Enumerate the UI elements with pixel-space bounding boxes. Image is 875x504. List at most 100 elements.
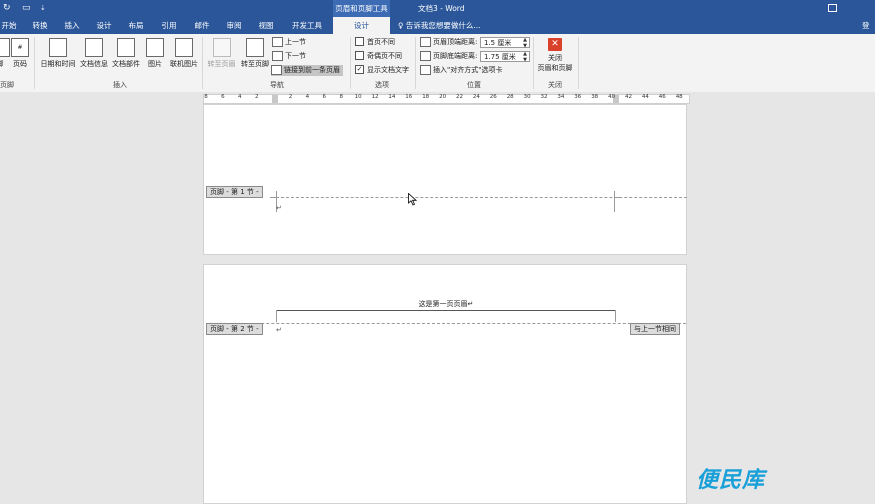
date-time-label: 日期和时间 [40, 60, 76, 68]
ruler-number: 46 [658, 94, 666, 100]
footer-button[interactable]: 脚 [0, 38, 10, 69]
lightbulb-icon: ♀ [398, 21, 404, 30]
ribbon-display-options-icon[interactable] [826, 2, 838, 13]
next-section-button[interactable]: 下一节 [272, 51, 306, 62]
ruler-number: 22 [456, 94, 463, 100]
link-to-previous-button[interactable]: 链接到前一条页眉 [271, 65, 343, 76]
pictures-button[interactable]: 图片 [145, 38, 165, 69]
group-divider [350, 37, 351, 89]
checkmark-icon: ✓ [355, 64, 364, 74]
close-icon: ✕ [548, 38, 562, 51]
tab-review[interactable]: 审阅 [220, 17, 248, 34]
redo-icon[interactable]: ↻ [3, 2, 11, 14]
align-tab-icon [420, 65, 431, 75]
footer-distance-value: 1.75 厘米 [484, 53, 516, 61]
ruler-number: 2 [288, 94, 293, 100]
ruler-number: 26 [489, 94, 497, 100]
ruler-number: 6 [322, 94, 327, 100]
ruler-number: 12 [371, 94, 379, 100]
tab-home[interactable]: 开始 [0, 17, 18, 34]
first-page-label: 首页不同 [367, 38, 395, 46]
tell-me-search[interactable]: ♀ 告诉我您想要做什么... [398, 17, 481, 34]
online-pictures-button[interactable]: 联机图片 [168, 38, 200, 69]
close-hf-button[interactable]: ✕ 关闭 页眉和页脚 [535, 38, 575, 73]
tab-view[interactable]: 视图 [252, 17, 280, 34]
goto-footer-icon [246, 38, 264, 57]
title-bar: ↻ ▭ ⇣ 页眉和页脚工具 文档3 - Word [0, 0, 875, 17]
checkbox-box [355, 50, 364, 60]
next-section-label: 下一节 [285, 52, 306, 60]
spin-arrows-icon[interactable]: ▲ ▼ [523, 37, 527, 49]
group-label-nav: 导航 [270, 81, 284, 89]
first-page-different-checkbox[interactable]: 首页不同 [355, 36, 395, 48]
header-text[interactable]: 这是第一页页眉↵ [276, 299, 616, 309]
group-label-insert: 插入 [113, 81, 127, 89]
margin-line [614, 198, 615, 212]
ruler-number: 4 [238, 94, 242, 100]
footer-distance-text: 页脚底端距离: [433, 52, 478, 60]
group-divider [34, 37, 35, 89]
ruler-number: 14 [388, 94, 396, 100]
contextual-tool-title: 页眉和页脚工具 [333, 0, 390, 17]
prev-section-button[interactable]: 上一节 [272, 37, 306, 48]
margin-corner [614, 191, 621, 198]
save-icon[interactable]: ▭ [22, 2, 31, 14]
page-2[interactable]: 这是第一页页眉↵ 页脚 - 第 2 节 - 与上一节相同 ↵ [203, 264, 687, 504]
tab-convert[interactable]: 转换 [26, 17, 54, 34]
paragraph-mark: ↵ [276, 326, 282, 334]
page-number-label: 页码 [13, 60, 27, 68]
tab-design[interactable]: 设计 [90, 17, 118, 34]
footer-distance-spinner[interactable]: 1.75 厘米 ▲ ▼ [480, 51, 530, 62]
header-distance-spinner[interactable]: 1.5 厘米 ▲ ▼ [480, 37, 530, 48]
ruler-number: 38 [591, 94, 599, 100]
group-label-hf: 页脚 [0, 81, 14, 89]
ruler-number: 10 [354, 94, 362, 100]
goto-footer-label: 转至页脚 [241, 60, 269, 68]
odd-even-different-checkbox[interactable]: 奇偶页不同 [355, 50, 402, 62]
customize-qat-icon[interactable]: ⇣ [40, 2, 46, 14]
prev-section-label: 上一节 [285, 38, 306, 46]
show-doc-text-label: 显示文档文字 [367, 66, 409, 74]
ribbon: 脚 # 页码 页脚 日期和时间 文档信息 文档部件 图片 联机图片 插入 转至页… [0, 34, 875, 93]
doc-info-label: 文档信息 [80, 60, 108, 68]
left-indent-marker[interactable] [272, 95, 278, 103]
show-doc-text-checkbox[interactable]: ✓ 显示文档文字 [355, 64, 409, 76]
ruler-number: 48 [675, 94, 683, 100]
header-distance-icon [420, 37, 431, 47]
tab-developer[interactable]: 开发工具 [285, 17, 329, 34]
margin-line [276, 310, 277, 322]
picture-icon [146, 38, 164, 57]
ruler-number: 24 [472, 94, 480, 100]
insert-align-tab-button[interactable]: 插入"对齐方式"选项卡 [420, 65, 502, 76]
ruler-number: 32 [540, 94, 548, 100]
tab-insert[interactable]: 插入 [58, 17, 86, 34]
tab-mailings[interactable]: 邮件 [188, 17, 216, 34]
quick-parts-button[interactable]: 文档部件 [111, 38, 141, 69]
horizontal-ruler[interactable]: 8 6 4 2 2 4 6 8 10 12 14 16 18 20 22 24 26 28 30 32 34 36 38 40… [203, 94, 690, 104]
ruler-number: 18 [422, 94, 430, 100]
group-divider [578, 37, 579, 89]
sign-in-link[interactable]: 登 [862, 17, 870, 34]
online-picture-icon [175, 38, 193, 57]
ruler-number: 2 [254, 94, 259, 100]
tab-layout[interactable]: 布局 [122, 17, 150, 34]
page-number-button[interactable]: # 页码 [11, 38, 29, 69]
spin-arrows-icon[interactable]: ▲ ▼ [523, 51, 527, 63]
mouse-pointer-icon [408, 193, 417, 206]
date-time-button[interactable]: 日期和时间 [38, 38, 78, 69]
link-icon [271, 65, 282, 75]
goto-header-button[interactable]: 转至页眉 [205, 38, 238, 69]
doc-info-button[interactable]: 文档信息 [79, 38, 109, 69]
goto-footer-button[interactable]: 转至页脚 [239, 38, 271, 69]
quick-parts-label: 文档部件 [112, 60, 140, 68]
page-1[interactable]: 页脚 - 第 1 节 - ↵ [203, 104, 687, 255]
paragraph-mark: ↵ [276, 204, 282, 212]
group-label-position: 位置 [467, 81, 481, 89]
ruler-number: 28 [506, 94, 514, 100]
ruler-number: 8 [339, 94, 343, 100]
pictures-label: 图片 [148, 60, 162, 68]
footer-distance-label: 页脚底端距离: [420, 51, 477, 62]
tab-hf-design[interactable]: 设计 [333, 17, 390, 34]
tab-references[interactable]: 引用 [155, 17, 183, 34]
group-divider [415, 37, 416, 89]
